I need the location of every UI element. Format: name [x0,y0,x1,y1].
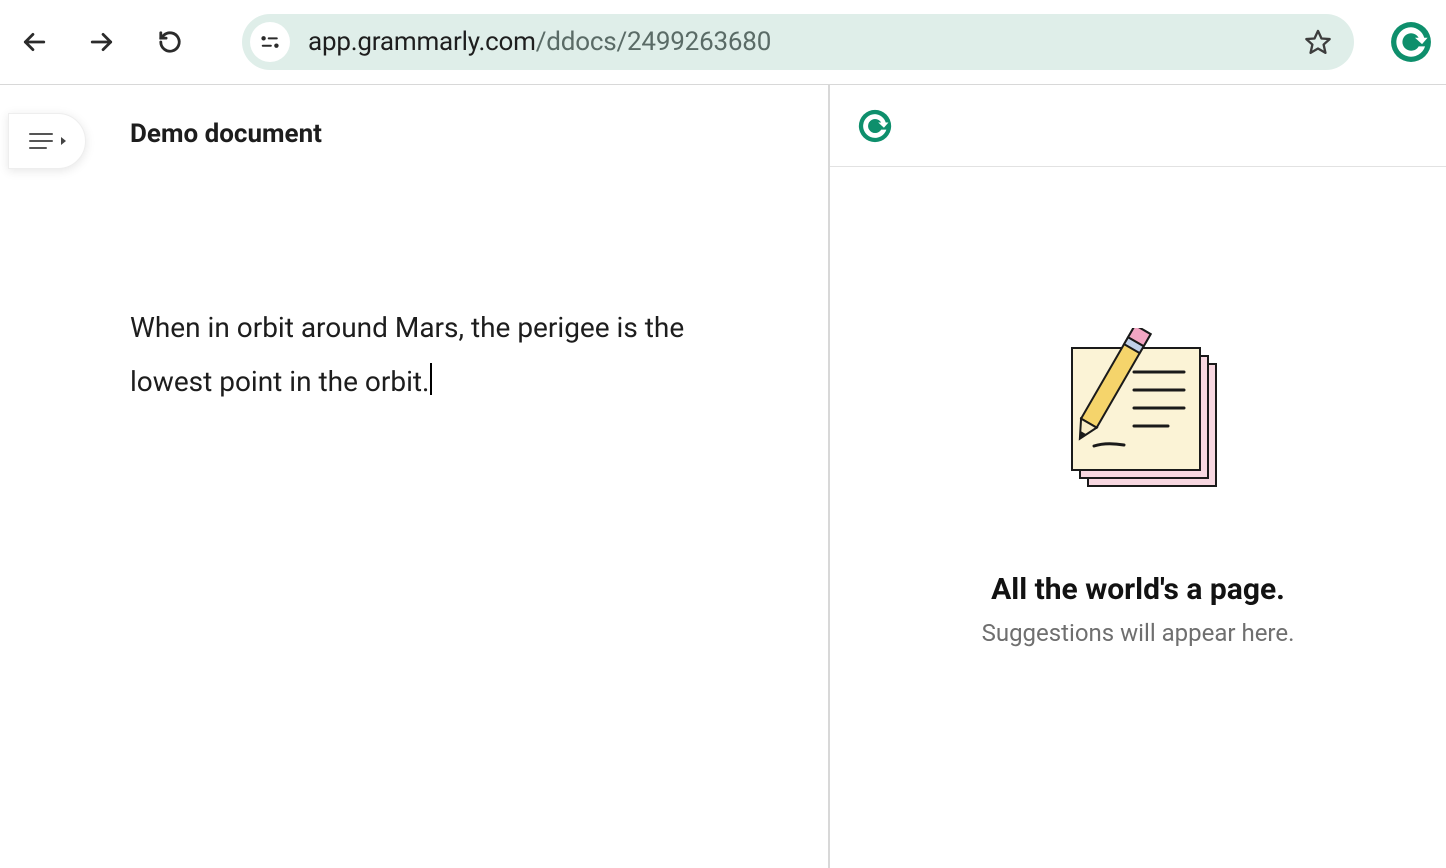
empty-state-title: All the world's a page. [991,572,1285,607]
empty-state-illustration [1038,328,1238,508]
address-bar[interactable]: app.grammarly.com/ddocs/2499263680 [242,14,1354,70]
reload-button[interactable] [146,18,194,66]
document-title[interactable]: Demo document [130,119,322,149]
document-body-text: When in orbit around Mars, the perigee i… [130,311,684,398]
editor-pane: Demo document When in orbit around Mars,… [0,85,828,868]
back-button[interactable] [10,18,58,66]
url-host: app.grammarly.com [308,27,536,57]
text-cursor [430,363,432,395]
browser-toolbar: app.grammarly.com/ddocs/2499263680 [0,0,1446,85]
empty-state-subtitle: Suggestions will appear here. [982,619,1295,647]
forward-button[interactable] [78,18,126,66]
url-path: /ddocs/2499263680 [536,27,771,57]
url-text: app.grammarly.com/ddocs/2499263680 [308,27,771,57]
document-body-editor[interactable]: When in orbit around Mars, the perigee i… [130,301,708,409]
chevron-right-icon [61,137,66,145]
suggestions-panel-header [830,85,1446,167]
suggestions-panel: All the world's a page. Suggestions will… [828,85,1446,868]
grammarly-logo-icon [858,109,892,143]
bookmark-star-icon[interactable] [1298,22,1338,62]
site-settings-icon[interactable] [250,22,290,62]
grammarly-extension-icon[interactable] [1390,21,1432,63]
main-content: Demo document When in orbit around Mars,… [0,85,1446,868]
menu-toggle-button[interactable] [8,113,86,169]
suggestions-empty-state: All the world's a page. Suggestions will… [830,167,1446,868]
